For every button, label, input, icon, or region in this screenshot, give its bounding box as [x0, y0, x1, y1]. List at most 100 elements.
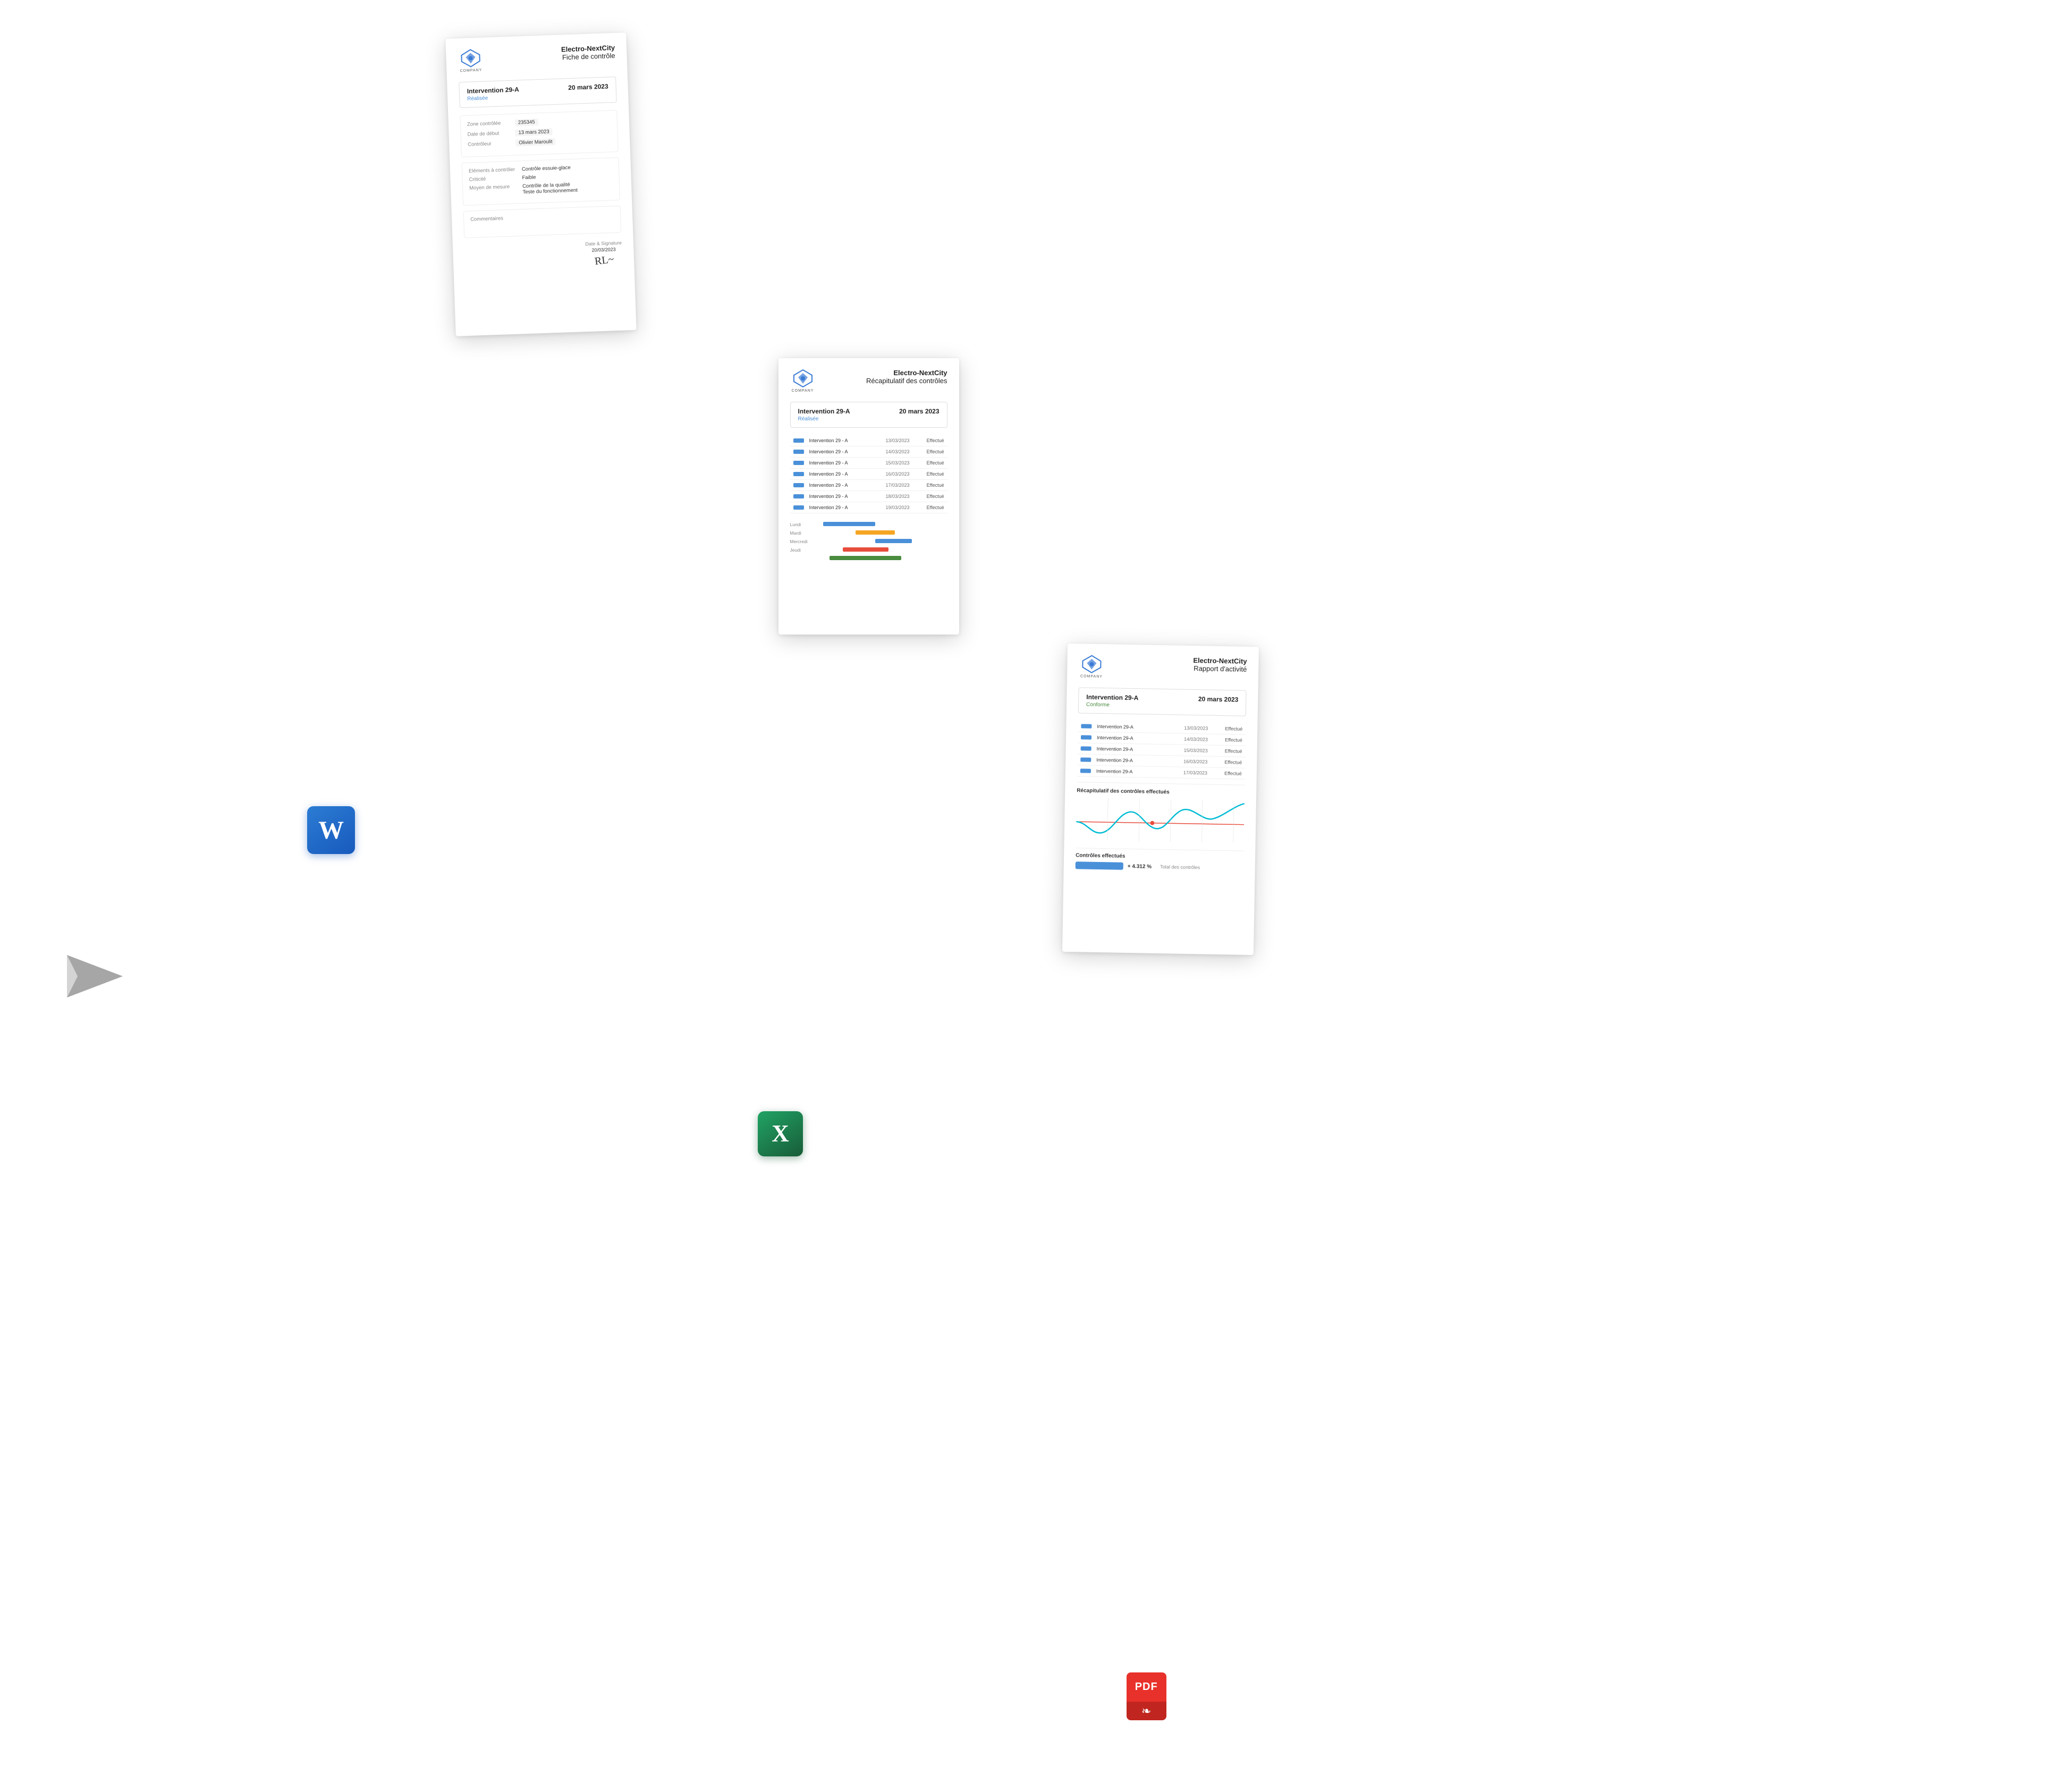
gantt-bar — [823, 522, 875, 526]
row-status: Effectué — [1213, 759, 1242, 765]
row-date: 13/03/2023 — [881, 438, 915, 443]
doc-recapitulatif: COMPANY Electro-NextCity Récapitulatif d… — [778, 358, 959, 635]
row-status: Effectué — [915, 460, 944, 466]
doc3-chart-section: Récapitulatif des contrôles effectués — [1076, 782, 1245, 845]
doc2-intervention-box: Intervention 29-A Réalisée 20 mars 2023 — [790, 402, 947, 428]
doc3-date: 20 mars 2023 — [1198, 695, 1239, 703]
row-date: 16/03/2023 — [881, 471, 915, 477]
doc2-logo: COMPANY — [790, 369, 816, 394]
doc1-debut-value: 13 mars 2023 — [515, 129, 553, 137]
row-name: Intervention 29 - A — [809, 449, 881, 454]
row-status: Effectué — [915, 471, 944, 477]
row-name: Intervention 29 - A — [809, 483, 881, 488]
row-date: 19/03/2023 — [881, 505, 915, 510]
doc1-elem-value: Contrôle essuie-glace — [522, 165, 571, 172]
doc3-controls-bar-row: + 4.312 % Total des contrôles — [1076, 861, 1243, 872]
word-letter: W — [318, 816, 344, 845]
doc3-chart-area — [1076, 798, 1245, 843]
doc1-title-block: Electro-NextCity Fiche de contrôle — [489, 44, 615, 64]
doc2-header: COMPANY Electro-NextCity Récapitulatif d… — [790, 369, 947, 394]
doc3-table-row: Intervention 29-A 17/03/2023 Effectué — [1077, 765, 1245, 780]
ms-excel-icon: X — [758, 1111, 803, 1156]
gantt-label: Jeudi — [790, 547, 817, 553]
doc3-intervention-label: Intervention 29-A — [1086, 693, 1138, 701]
row-indicator — [793, 483, 804, 487]
doc1-fields: Zone contrôlée 235345 Date de début 13 m… — [460, 110, 619, 157]
doc-fiche-controle: COMPANY Electro-NextCity Fiche de contrô… — [445, 33, 636, 337]
doc1-status: Réalisée — [467, 95, 519, 102]
doc3-ctrl-total: Total des contrôles — [1160, 864, 1200, 870]
row-status: Effectué — [1213, 737, 1242, 743]
row-date: 17/03/2023 — [881, 483, 915, 488]
doc1-comments: Commentaires — [463, 206, 622, 238]
doc2-table-row: Intervention 29 - A 15/03/2023 Effectué — [790, 458, 947, 469]
gantt-label: Mercredi — [790, 539, 817, 544]
row-status: Effectué — [915, 505, 944, 510]
doc3-intervention-box: Intervention 29-A Conforme 20 mars 2023 — [1078, 687, 1247, 716]
row-name: Intervention 29-A — [1097, 724, 1179, 731]
pdf-icon: PDF ❧ — [1127, 1672, 1166, 1720]
doc2-table-row: Intervention 29 - A 19/03/2023 Effectué — [790, 502, 947, 513]
row-date: 15/03/2023 — [1179, 747, 1213, 753]
doc1-intervention-box: Intervention 29-A Réalisée 20 mars 2023 — [459, 77, 617, 108]
doc2-table: Intervention 29 - A 13/03/2023 Effectué … — [790, 435, 947, 513]
doc3-ctrl-percent: + 4.312 % — [1128, 863, 1152, 869]
row-name: Intervention 29-A — [1097, 735, 1179, 742]
row-date: 13/03/2023 — [1179, 725, 1213, 731]
doc1-criticite-value: Faible — [522, 175, 536, 181]
pdf-acrobat-icon: ❧ — [1141, 1704, 1151, 1718]
gantt-row: Jeudi — [790, 547, 947, 553]
gantt-bar — [843, 547, 888, 552]
row-status: Effectué — [915, 449, 944, 454]
send-icon — [62, 950, 125, 1003]
row-name: Intervention 29-A — [1096, 757, 1178, 764]
doc1-intervention-label: Intervention 29-A — [467, 86, 519, 95]
doc1-date: 20 mars 2023 — [568, 83, 608, 92]
row-name: Intervention 29 - A — [809, 494, 881, 499]
doc2-table-row: Intervention 29 - A 16/03/2023 Effectué — [790, 469, 947, 480]
row-status: Effectué — [1213, 771, 1242, 776]
doc1-zone-value: 235345 — [515, 119, 538, 127]
gantt-label: Lundi — [790, 522, 817, 527]
row-status: Effectué — [915, 483, 944, 488]
row-date: 18/03/2023 — [881, 494, 915, 499]
row-date: 15/03/2023 — [881, 460, 915, 466]
row-indicator — [1081, 735, 1091, 739]
doc2-table-row: Intervention 29 - A 13/03/2023 Effectué — [790, 435, 947, 446]
doc1-logo-text: COMPANY — [460, 69, 482, 73]
doc2-date: 20 mars 2023 — [899, 408, 939, 415]
gantt-bar-container — [817, 547, 947, 553]
doc3-status: Conforme — [1086, 701, 1138, 708]
row-status: Effectué — [915, 494, 944, 499]
row-indicator — [1080, 757, 1091, 762]
doc2-table-row: Intervention 29 - A 14/03/2023 Effectué — [790, 446, 947, 458]
doc1-header: COMPANY Electro-NextCity Fiche de contrô… — [458, 44, 615, 74]
row-name: Intervention 29 - A — [809, 471, 881, 477]
doc3-header: COMPANY Electro-NextCity Rapport d'activ… — [1079, 654, 1247, 683]
doc1-criticite-label: Criticité — [469, 175, 522, 183]
doc2-gantt: Lundi Mardi Mercredi Jeudi — [790, 518, 947, 569]
doc1-sig-line: RL~ — [594, 253, 614, 268]
doc3-title-block: Electro-NextCity Rapport d'activité — [1111, 655, 1247, 673]
row-name: Intervention 29-A — [1096, 768, 1178, 775]
row-indicator — [793, 505, 804, 510]
gantt-row: Lundi — [790, 522, 947, 527]
gantt-bar-container — [817, 522, 947, 527]
doc1-moyen-label: Moyen de mesure — [469, 184, 522, 191]
gantt-bar — [875, 539, 912, 543]
doc1-controleur-label: Contrôleur — [468, 140, 515, 148]
doc2-company-name: Electro-NextCity — [822, 369, 947, 377]
doc1-elem-label: Eléments à contrôler — [469, 167, 522, 174]
doc3-chart-title: Récapitulatif des contrôles effectués — [1077, 788, 1245, 797]
doc2-status: Réalisée — [798, 416, 850, 422]
row-indicator — [793, 438, 804, 443]
doc2-subtitle: Récapitulatif des contrôles — [822, 377, 947, 385]
doc3-controls-section: Contrôles effectués + 4.312 % Total des … — [1076, 848, 1244, 872]
row-date: 14/03/2023 — [881, 449, 915, 454]
doc1-elements: Eléments à contrôler Contrôle essuie-gla… — [461, 157, 620, 206]
gantt-bar-container — [817, 556, 947, 561]
doc3-controls-title: Contrôles effectués — [1076, 852, 1243, 861]
doc1-zone-label: Zone contrôlée — [467, 120, 515, 128]
row-indicator — [1081, 724, 1091, 728]
doc3-table: Intervention 29-A 13/03/2023 Effectué In… — [1077, 721, 1246, 779]
